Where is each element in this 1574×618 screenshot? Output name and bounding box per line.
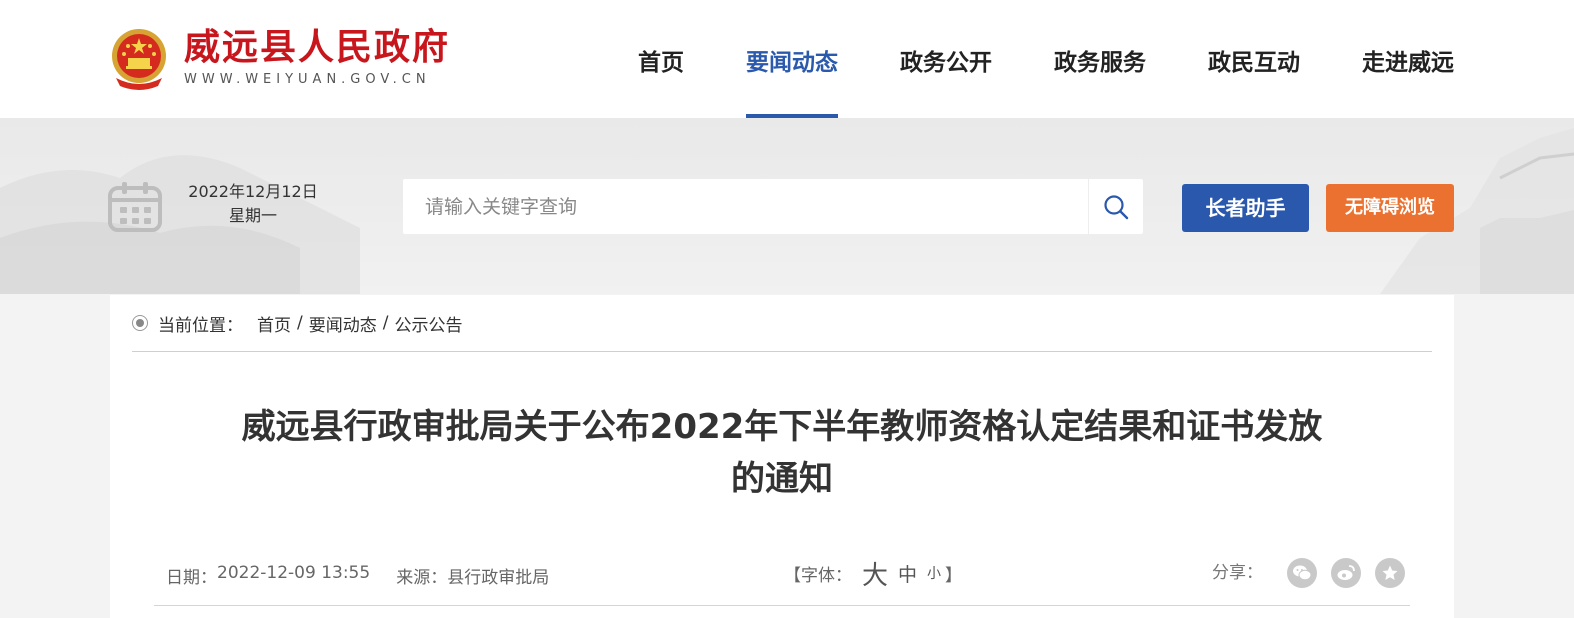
article-title: 威远县行政审批局关于公布2022年下半年教师资格认定结果和证书发放 的通知 bbox=[200, 401, 1364, 505]
wechat-icon bbox=[1293, 565, 1312, 581]
nav-item-home[interactable]: 首页 bbox=[638, 0, 684, 118]
breadcrumb-announcements[interactable]: 公示公告 bbox=[394, 311, 462, 336]
favorite-share-button[interactable] bbox=[1375, 558, 1405, 588]
article-meta: 日期： 2022-12-09 13:55 来源： 县行政审批局 bbox=[166, 563, 549, 588]
article-title-line: 的通知 bbox=[731, 459, 833, 499]
font-size-small-button[interactable]: 小 bbox=[927, 563, 941, 583]
article-title-line: 威远县行政审批局关于公布2022年下半年教师资格认定结果和证书发放 bbox=[241, 407, 1323, 447]
site-logo[interactable]: 威远县人民政府 WWW.WEIYUAN.GOV.CN bbox=[108, 26, 450, 92]
nav-item-news[interactable]: 要闻动态 bbox=[746, 0, 838, 118]
divider bbox=[154, 605, 1410, 606]
date-label: 日期： bbox=[166, 568, 217, 588]
nav-item-gov-affairs-open[interactable]: 政务公开 bbox=[900, 0, 992, 118]
font-size-large-button[interactable]: 大 bbox=[862, 555, 888, 592]
favorite-icon bbox=[1382, 565, 1398, 580]
site-url: WWW.WEIYUAN.GOV.CN bbox=[184, 72, 431, 87]
article-source: 县行政审批局 bbox=[447, 568, 550, 588]
site-header: 威远县人民政府 WWW.WEIYUAN.GOV.CN 首页 要闻动态 政务公开 … bbox=[0, 0, 1574, 118]
weibo-share-button[interactable] bbox=[1331, 558, 1361, 588]
current-date: 2022年12月12日 星期一 bbox=[172, 180, 334, 228]
publish-date: 2022-12-09 13:55 bbox=[217, 563, 371, 583]
breadcrumb-separator: / bbox=[382, 313, 389, 333]
search-button[interactable] bbox=[1088, 179, 1143, 234]
breadcrumb: 当前位置： 首页 / 要闻动态 / 公示公告 bbox=[132, 311, 462, 336]
share-label: 分享： bbox=[1212, 562, 1263, 583]
weekday-text: 星期一 bbox=[228, 206, 277, 225]
divider bbox=[132, 351, 1432, 352]
location-dot-icon bbox=[132, 315, 148, 331]
font-size-label: 【字体： bbox=[784, 565, 852, 586]
breadcrumb-news[interactable]: 要闻动态 bbox=[309, 311, 377, 336]
main-nav: 首页 要闻动态 政务公开 政务服务 政民互动 走进威远 bbox=[576, 0, 1454, 118]
font-size-control: 【字体： 大 中 小 】 bbox=[784, 555, 963, 592]
site-title: 威远县人民政府 bbox=[184, 27, 451, 68]
banner-band: 2022年12月12日 星期一 长者助手 无障碍浏览 bbox=[0, 118, 1574, 294]
breadcrumb-label: 当前位置： bbox=[158, 315, 243, 336]
breadcrumb-separator: / bbox=[297, 313, 303, 333]
nav-item-gov-services[interactable]: 政务服务 bbox=[1054, 0, 1146, 118]
font-size-close-bracket: 】 bbox=[945, 565, 963, 586]
nav-item-about-weiyuan[interactable]: 走进威远 bbox=[1362, 0, 1454, 118]
font-size-medium-button[interactable]: 中 bbox=[898, 560, 917, 587]
nav-item-interaction[interactable]: 政民互动 bbox=[1208, 0, 1300, 118]
share-bar: 分享： bbox=[1212, 557, 1419, 589]
elder-assistant-button[interactable]: 长者助手 bbox=[1182, 184, 1309, 232]
breadcrumb-home[interactable]: 首页 bbox=[257, 311, 291, 336]
search-icon bbox=[1104, 194, 1129, 219]
search-box bbox=[403, 179, 1143, 234]
source-label: 来源： bbox=[396, 568, 448, 588]
national-emblem-icon bbox=[112, 29, 166, 90]
search-input[interactable] bbox=[403, 179, 1089, 234]
weibo-icon bbox=[1337, 565, 1355, 580]
wechat-share-button[interactable] bbox=[1287, 558, 1317, 588]
accessibility-button[interactable]: 无障碍浏览 bbox=[1326, 184, 1454, 232]
calendar-icon bbox=[108, 182, 162, 232]
article-container: 当前位置： 首页 / 要闻动态 / 公示公告 威远县行政审批局关于公布2022年… bbox=[110, 295, 1454, 618]
date-text: 2022年12月12日 bbox=[188, 182, 318, 201]
